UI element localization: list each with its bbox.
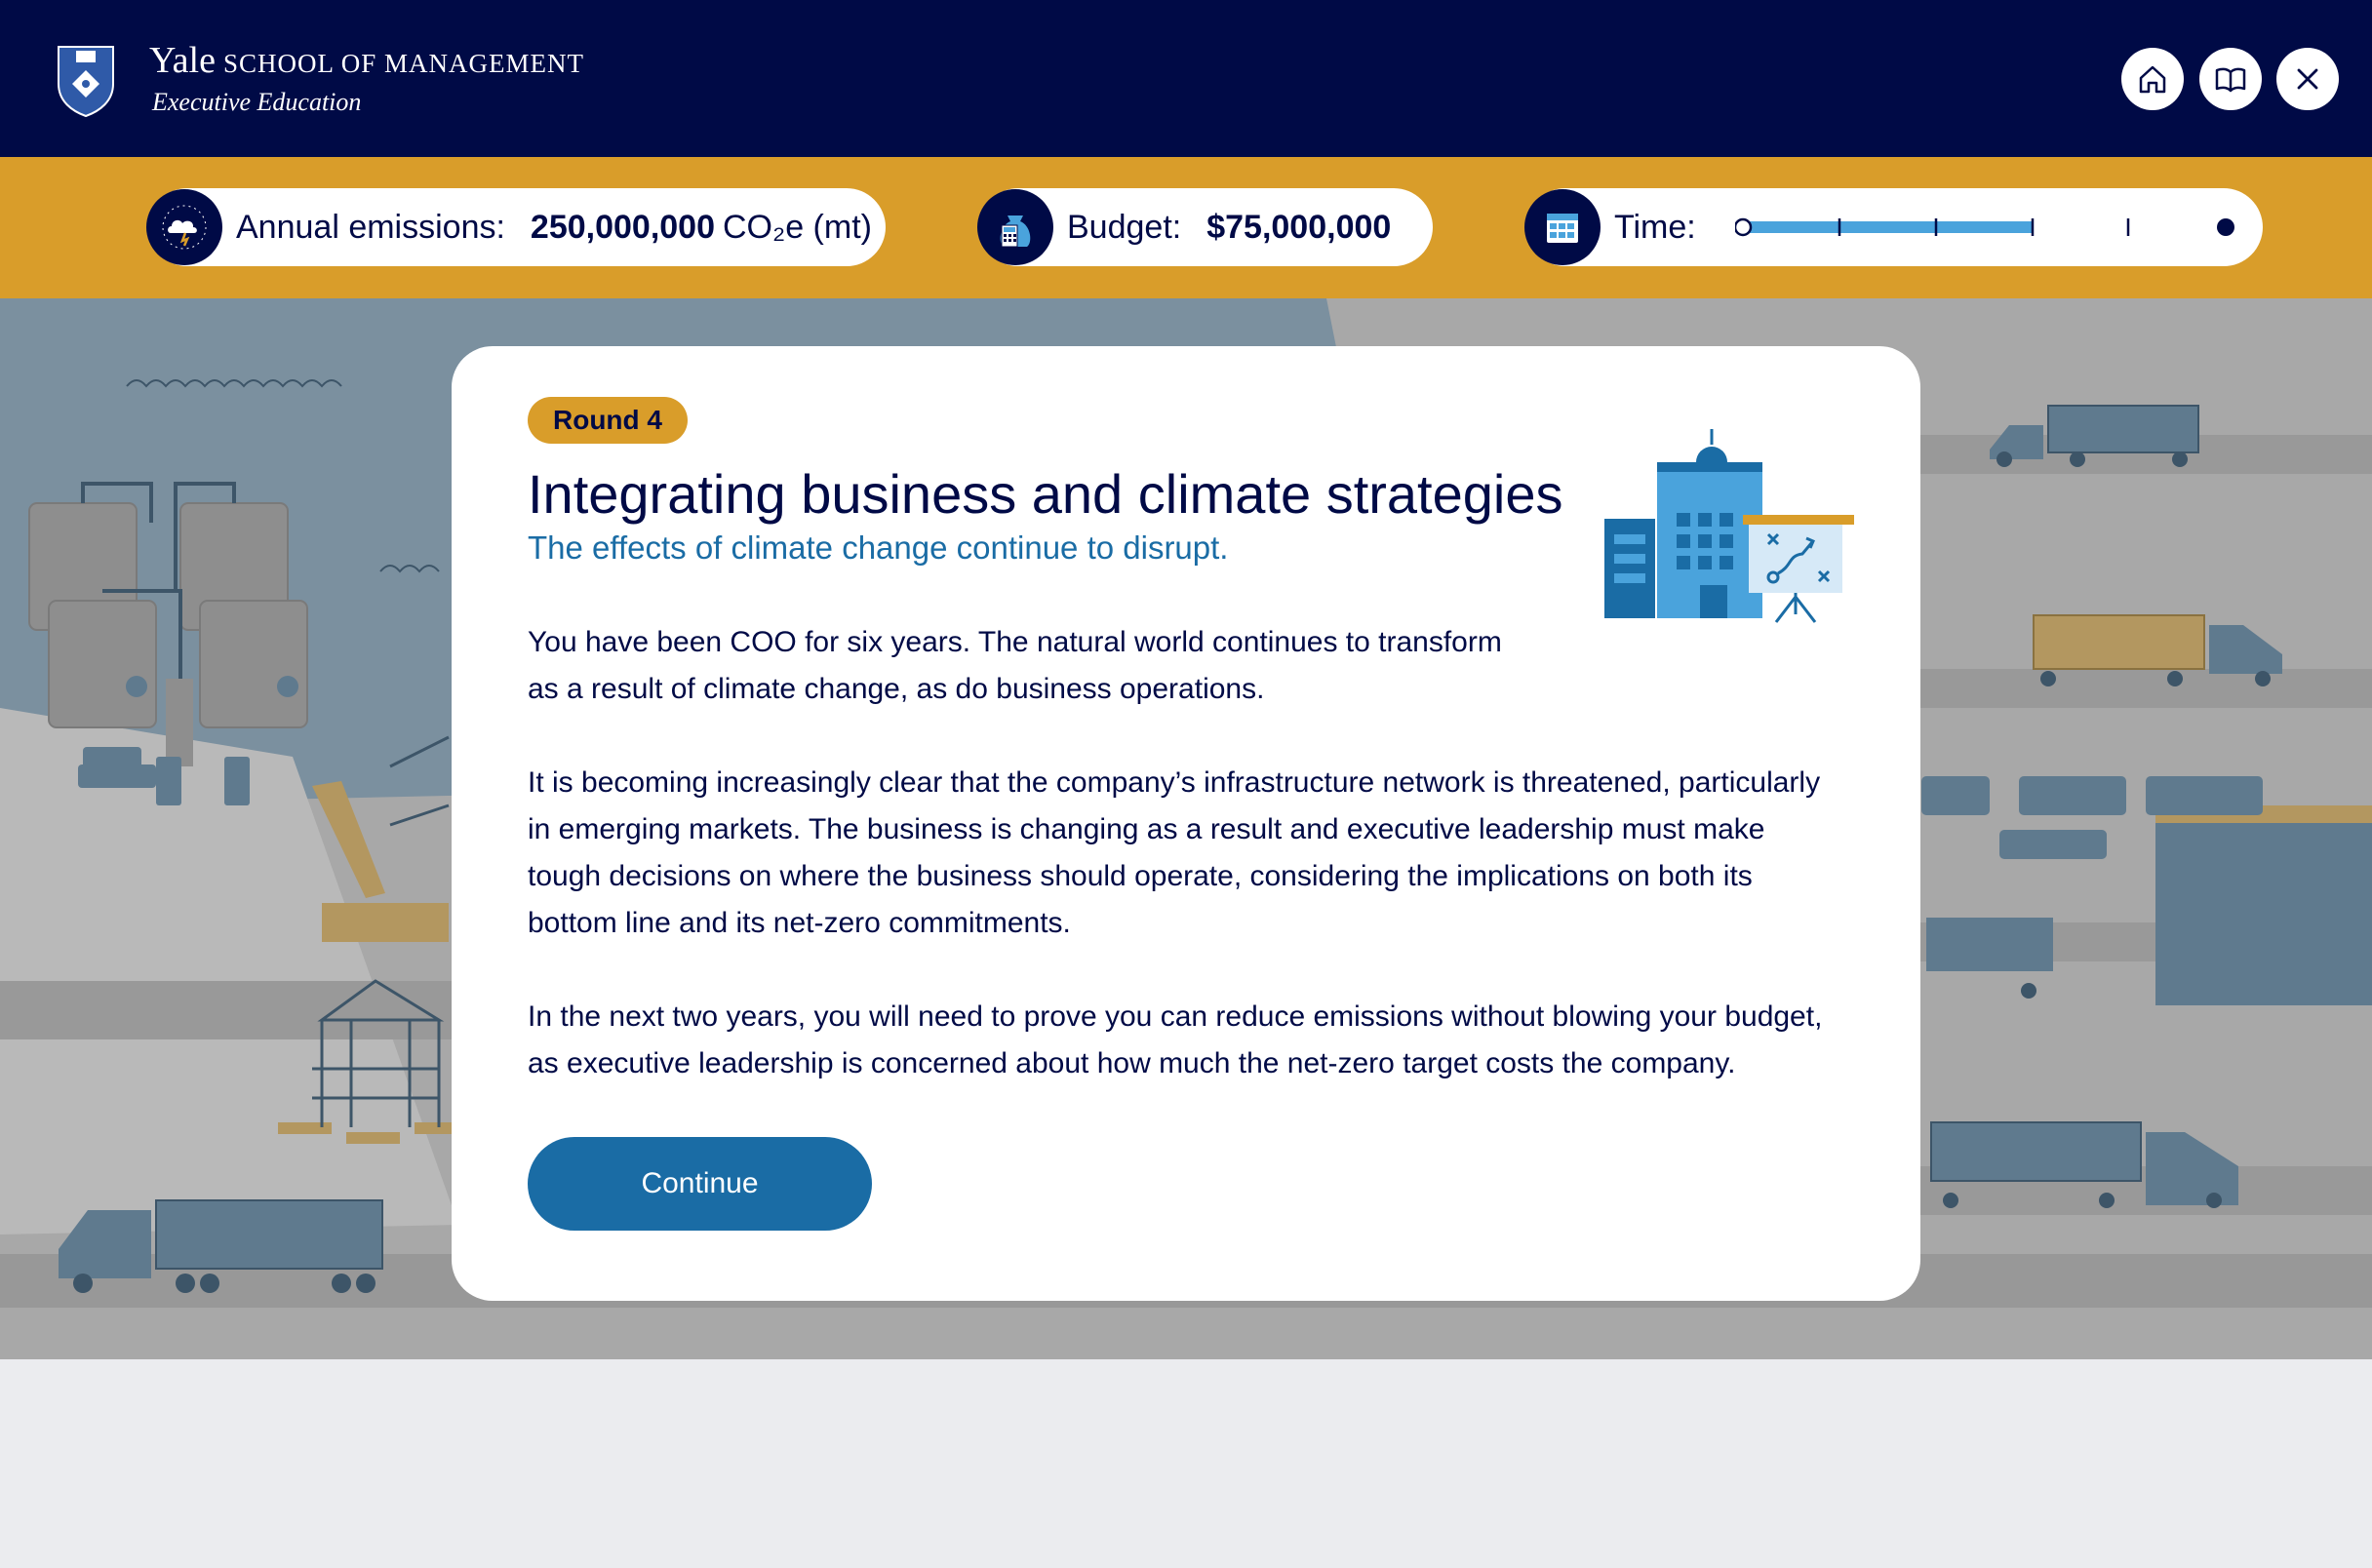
time-start-marker [1733,217,1752,237]
guide-button[interactable] [2199,48,2262,110]
time-progress-fill [1742,221,2033,233]
time-progress-track [1733,208,2262,247]
round-badge: Round 4 [528,397,688,444]
dialog-subtitle: The effects of climate change continue t… [528,529,1229,566]
top-header: Yale SCHOOL OF MANAGEMENT Executive Educa… [0,0,2372,157]
brand-wordmark: Yale SCHOOL OF MANAGEMENT [149,40,584,81]
budget-value: $75,000,000 [1206,208,1392,246]
emissions-unit: CO₂e (mt) [723,208,872,246]
time-end-marker [2216,218,2234,236]
dialog-paragraph: In the next two years, you will need to … [528,1000,1823,1079]
calendar-icon [1524,189,1601,265]
cloud-sun-icon [146,189,222,265]
close-button[interactable] [2276,48,2339,110]
home-icon [2139,65,2166,94]
continue-button[interactable]: Continue [528,1137,872,1231]
dialog-paragraph: You have been COO for six years. The nat… [528,626,1502,705]
money-bag-calculator-icon [977,189,1053,265]
emissions-value: 250,000,000 [530,208,715,246]
dialog-title: Integrating business and climate strateg… [528,463,1563,525]
yale-shield-logo [58,46,114,117]
close-icon [2297,68,2318,90]
home-button[interactable] [2121,48,2184,110]
emissions-pill: Annual emissions: 250,000,000 CO₂e (mt) [146,188,886,266]
book-icon [2215,67,2246,93]
round-intro-dialog: Round 4 Integrating business and climate… [452,346,1920,1301]
budget-label: Budget: [1067,208,1182,246]
dialog-paragraph: It is becoming increasingly clear that t… [528,766,1821,939]
brand-subtitle: Executive Education [152,88,362,116]
budget-pill: Budget: $75,000,000 [977,188,1433,266]
office-building-strategy-board-icon [1604,429,1854,623]
status-bar: Annual emissions: 250,000,000 CO₂e (mt) … [0,157,2372,298]
emissions-label: Annual emissions: [236,208,505,246]
time-label: Time: [1614,208,1696,246]
time-pill: Time: [1524,188,2263,266]
